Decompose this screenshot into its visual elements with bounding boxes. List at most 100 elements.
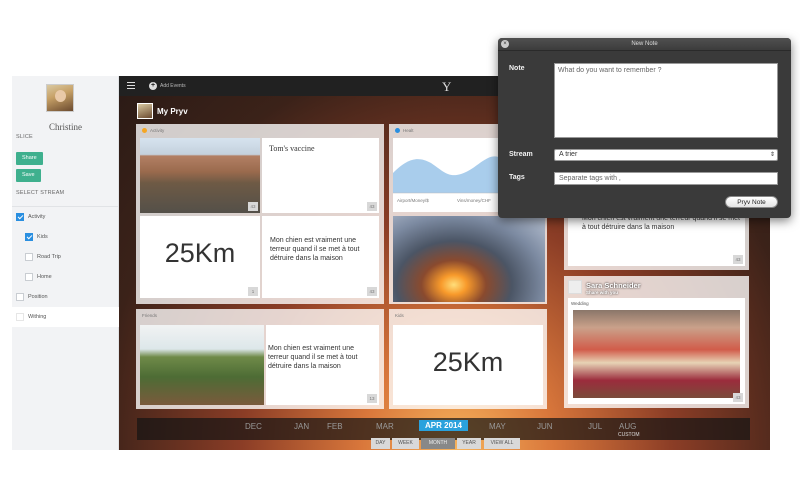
chevron-updown-icon: ⇕ xyxy=(769,152,775,158)
count-badge: 43 xyxy=(367,287,377,296)
note-title: Tom's vaccine xyxy=(269,144,315,153)
stream-label: Home xyxy=(37,274,52,280)
stream-label: Stream xyxy=(509,151,533,158)
count-badge: 43 xyxy=(367,202,377,211)
stream-label: Withing xyxy=(28,314,47,320)
note-textarea[interactable]: What do you want to remember ? xyxy=(554,63,778,138)
photo-card[interactable]: 43 xyxy=(140,138,260,213)
panel-title-text: Healt xyxy=(403,128,414,133)
count-badge: 43 xyxy=(733,393,743,402)
note-text: Mon chien est vraiment une terreur quand… xyxy=(268,345,358,370)
stream-item-home[interactable]: Home xyxy=(12,267,119,287)
month-aug[interactable]: AUG xyxy=(619,422,636,431)
month-jun[interactable]: JUN xyxy=(537,422,553,431)
photo-card[interactable]: Wedding 43 xyxy=(568,298,745,404)
user-name: Christine xyxy=(49,122,82,132)
health-dot-icon xyxy=(395,128,400,133)
chart-caption: Vins/money/CHF xyxy=(457,198,491,203)
activity-panel[interactable]: Activity 43 Tom's vaccine 43 25Km 1 Mon … xyxy=(136,124,384,304)
stream-item-position[interactable]: Position xyxy=(12,287,119,307)
stream-label: Position xyxy=(28,294,48,300)
checkbox-icon[interactable] xyxy=(25,273,33,281)
note-card[interactable]: Tom's vaccine 43 xyxy=(262,138,379,213)
page-title: My Pryv xyxy=(157,107,188,116)
sharer-subtitle: Share with you xyxy=(586,290,619,295)
text-card[interactable]: Mon chien est vraiment une terreur quand… xyxy=(266,325,379,405)
range-view-all-button[interactable]: VIEW ALL xyxy=(484,438,520,449)
chart-caption: Airport/Money/$ xyxy=(397,198,429,203)
tags-input[interactable]: Separate tags with , xyxy=(554,172,778,185)
value-text: 25Km xyxy=(164,238,236,268)
pryv-note-button[interactable]: Pryv Note xyxy=(725,196,778,208)
value-text: 25Km xyxy=(432,347,504,377)
month-dec[interactable]: DEC xyxy=(245,422,262,431)
photo-card[interactable] xyxy=(140,325,264,405)
friends-panel[interactable]: Friends Mon chien est vraiment une terre… xyxy=(136,309,384,409)
stream-item-activity[interactable]: Activity xyxy=(12,207,119,227)
stream-select[interactable]: A trier ⇕ xyxy=(554,149,778,161)
stream-item-kids[interactable]: Kids xyxy=(12,227,119,247)
panel-title: Activity xyxy=(142,128,164,133)
stream-item-withing[interactable]: Withing xyxy=(12,307,119,327)
timeline[interactable]: DEC JAN FEB MAR APR 2014 MAY JUN JUL AUG… xyxy=(137,418,750,440)
custom-range-button[interactable]: CUSTOM xyxy=(618,432,640,438)
checkbox-icon[interactable] xyxy=(25,233,33,241)
dialog-title: New Note xyxy=(631,41,658,47)
new-note-dialog: × New Note Note What do you want to reme… xyxy=(498,38,791,218)
share-button[interactable]: Share xyxy=(16,152,43,165)
tags-label: Tags xyxy=(509,174,525,181)
month-may[interactable]: MAY xyxy=(489,422,506,431)
menu-icon[interactable] xyxy=(127,82,135,89)
plus-icon[interactable]: + xyxy=(149,82,157,90)
month-jan[interactable]: JAN xyxy=(294,422,309,431)
range-year-button[interactable]: YEAR xyxy=(457,438,481,449)
count-badge: 43 xyxy=(248,202,258,211)
photo-caption: Wedding xyxy=(571,301,589,306)
month-apr-2014[interactable]: APR 2014 xyxy=(419,420,468,431)
select-stream-label: SELECT STREAM xyxy=(16,190,65,196)
stream-select-value: A trier xyxy=(559,151,578,158)
checkbox-icon[interactable] xyxy=(25,253,33,261)
panel-title: Friends xyxy=(142,313,158,318)
stream-label: Kids xyxy=(37,234,48,240)
stream-label: Road Trip xyxy=(37,254,61,260)
activity-dot-icon xyxy=(142,128,147,133)
shared-panel[interactable]: Sara Schneider Share with you Wedding 43 xyxy=(564,276,749,408)
range-month-button[interactable]: MONTH xyxy=(421,438,455,449)
avatar[interactable] xyxy=(46,84,74,112)
note-text: Mon chien est vraiment une terreur quand… xyxy=(270,237,360,262)
text-card[interactable]: Mon chien est vraiment une terreur quand… xyxy=(262,216,379,298)
sidebar: Christine SLICE Share Save SELECT STREAM… xyxy=(12,76,119,450)
panel-title: Healt xyxy=(395,128,414,133)
sharer-name: Sara Schneider xyxy=(586,281,641,290)
screen: Christine SLICE Share Save SELECT STREAM… xyxy=(0,0,800,500)
checkbox-icon[interactable] xyxy=(16,213,24,221)
stream-label: Activity xyxy=(28,214,46,220)
wedding-photo xyxy=(573,310,740,398)
panel-title: Kids xyxy=(395,313,404,318)
checkbox-icon[interactable] xyxy=(16,293,24,301)
save-button[interactable]: Save xyxy=(16,169,41,182)
range-day-button[interactable]: DAY xyxy=(371,438,390,449)
dialog-titlebar[interactable]: × New Note xyxy=(498,38,791,51)
month-jul[interactable]: JUL xyxy=(588,422,602,431)
range-week-button[interactable]: WEEK xyxy=(392,438,419,449)
panel-title-text: Activity xyxy=(150,128,165,133)
value-card[interactable]: 25Km xyxy=(393,325,543,405)
month-feb[interactable]: FEB xyxy=(327,422,343,431)
add-events-button[interactable]: Add Events xyxy=(160,83,186,89)
value-card[interactable]: 25Km 1 xyxy=(140,216,260,298)
avatar xyxy=(568,280,582,294)
stream-item-road-trip[interactable]: Road Trip xyxy=(12,247,119,267)
slice-label: SLICE xyxy=(16,134,33,140)
kids-panel[interactable]: Kids 25Km xyxy=(389,309,547,409)
checkbox-icon[interactable] xyxy=(16,313,24,321)
month-mar[interactable]: MAR xyxy=(376,422,394,431)
count-badge: 43 xyxy=(733,255,743,264)
note-label: Note xyxy=(509,65,525,72)
avatar xyxy=(137,103,153,119)
photo-card[interactable] xyxy=(393,216,545,302)
count-badge: 1 xyxy=(248,287,258,296)
logo: Y xyxy=(442,79,452,94)
count-badge: 13 xyxy=(367,394,377,403)
